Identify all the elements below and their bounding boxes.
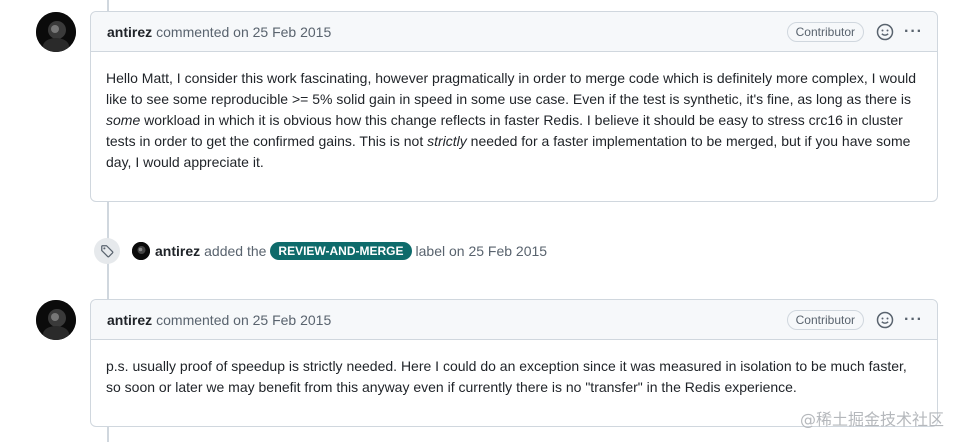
comment-timestamp[interactable]: commented on 25 Feb 2015 xyxy=(156,24,331,40)
comment-timestamp[interactable]: commented on 25 Feb 2015 xyxy=(156,312,331,328)
tag-icon xyxy=(94,238,120,264)
smiley-icon[interactable] xyxy=(876,311,894,329)
contributor-badge: Contributor xyxy=(786,22,865,42)
avatar-image xyxy=(36,300,76,340)
more-options-icon[interactable]: ··· xyxy=(904,312,923,328)
event-suffix: label on 25 Feb 2015 xyxy=(415,243,548,259)
text-segment: Hello Matt, I consider this work fascina… xyxy=(106,70,917,107)
comment-author[interactable]: antirez xyxy=(107,312,152,328)
avatar[interactable] xyxy=(36,12,76,52)
label-event: antirez added the REVIEW-AND-MERGE label… xyxy=(94,238,547,264)
comment-header: antirez commented on 25 Feb 2015 Contrib… xyxy=(91,300,937,340)
event-action: added the xyxy=(204,243,267,259)
review-and-merge-label[interactable]: REVIEW-AND-MERGE xyxy=(270,242,412,260)
avatar-image xyxy=(36,12,76,52)
comment-body: p.s. usually proof of speedup is strictl… xyxy=(91,340,937,414)
emphasis-text: strictly xyxy=(427,133,467,149)
contributor-badge: Contributor xyxy=(786,310,865,330)
event-avatar[interactable] xyxy=(132,242,150,260)
watermark: @稀土掘金技术社区 xyxy=(799,410,944,429)
more-options-icon[interactable]: ··· xyxy=(904,24,923,40)
text-segment: p.s. usually proof of speedup is strictl… xyxy=(106,358,907,395)
comment-paragraph: Hello Matt, I consider this work fascina… xyxy=(106,68,922,173)
comment-body: Hello Matt, I consider this work fascina… xyxy=(91,52,937,189)
comment-author[interactable]: antirez xyxy=(107,24,152,40)
comment-box: antirez commented on 25 Feb 2015 Contrib… xyxy=(90,11,938,202)
event-author[interactable]: antirez xyxy=(155,243,200,259)
comment-paragraph: p.s. usually proof of speedup is strictl… xyxy=(106,356,922,398)
smiley-icon[interactable] xyxy=(876,23,894,41)
comment-header: antirez commented on 25 Feb 2015 Contrib… xyxy=(91,12,937,52)
emphasis-text: some xyxy=(106,112,141,128)
avatar[interactable] xyxy=(36,300,76,340)
